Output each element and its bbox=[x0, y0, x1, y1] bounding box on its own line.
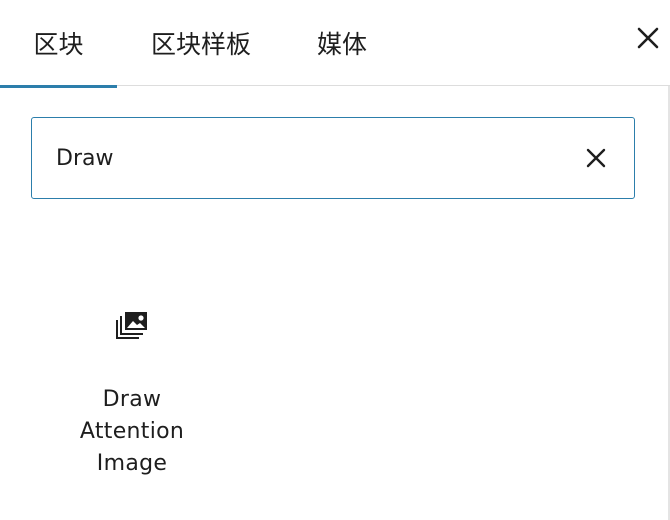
inserter-tabs: 区块 区块样板 媒体 bbox=[0, 0, 670, 88]
gallery-icon bbox=[116, 312, 147, 339]
tab-patterns[interactable]: 区块样板 bbox=[134, 0, 268, 86]
block-result-label: Draw Attention Image bbox=[79, 387, 185, 476]
close-icon bbox=[637, 27, 659, 49]
tab-patterns-label: 区块样板 bbox=[150, 30, 251, 59]
tab-blocks[interactable]: 区块 bbox=[0, 0, 117, 88]
tab-media[interactable]: 媒体 bbox=[300, 0, 384, 86]
active-tab-indicator bbox=[0, 85, 117, 88]
block-inserter-panel: 区块 区块样板 媒体 Draw At bbox=[0, 0, 670, 520]
close-icon bbox=[586, 148, 606, 168]
tab-media-label: 媒体 bbox=[316, 30, 367, 59]
block-result-draw-attention-image[interactable]: Draw Attention Image bbox=[70, 300, 194, 490]
close-inserter-button[interactable] bbox=[626, 14, 670, 62]
search-input[interactable] bbox=[56, 118, 556, 198]
clear-search-button[interactable] bbox=[582, 144, 610, 172]
tab-blocks-label: 区块 bbox=[33, 30, 84, 59]
search-box bbox=[31, 117, 635, 199]
